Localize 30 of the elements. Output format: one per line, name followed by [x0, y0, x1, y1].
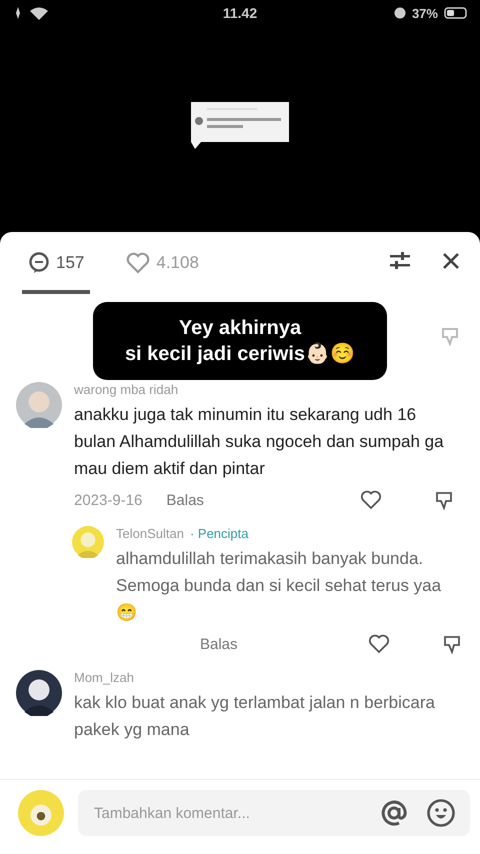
comment-text: kak klo buat anak yg terlambat jalan n berbicara pakek yg mana	[74, 692, 436, 741]
avatar[interactable]	[16, 670, 62, 716]
video-caption: Yey akhirnya si kecil jadi ceriwis👶🏻☺	[93, 302, 387, 380]
comment-icon	[28, 252, 50, 274]
username[interactable]: warong mba ridah	[74, 382, 178, 397]
avatar[interactable]	[18, 790, 64, 836]
header-tab[interactable]: 157	[22, 236, 90, 294]
dislike-icon[interactable]	[434, 490, 454, 510]
filter-icon[interactable]	[388, 251, 412, 271]
reply-link[interactable]: Balas	[166, 492, 204, 508]
header-tab[interactable]: 4.108	[120, 236, 205, 294]
username[interactable]: Mom_lzah	[74, 670, 134, 685]
comment-date: 2023-9-16	[74, 492, 142, 508]
comment-input[interactable]: Tambahkan komentar...	[78, 790, 470, 836]
comment-text: alhamdulillah terimakasih banyak bunda. Semoga bunda dan si kecil sehat terus yaa 😁	[116, 548, 442, 624]
heart-icon[interactable]	[360, 490, 382, 510]
dislike-icon[interactable]	[442, 634, 462, 654]
heart-icon[interactable]	[368, 634, 390, 654]
mention-icon[interactable]	[380, 799, 408, 827]
close-icon[interactable]	[442, 252, 460, 270]
battery-icon	[444, 7, 468, 19]
reply-link[interactable]: Balas	[200, 636, 238, 652]
creator-label: · Pencipta	[190, 526, 248, 541]
status-time: 11.42	[222, 5, 258, 21]
wifi-icon	[30, 6, 48, 20]
username[interactable]: TelonSultan	[116, 526, 184, 541]
comment-text: anakku juga tak minumin itu sekarang udh 16 bulan Alhamdulillah suka ngoceh dan sumpah ga mau diem aktif dan pintar	[74, 404, 445, 480]
emoji-icon[interactable]	[426, 798, 456, 828]
battery-percent: 37%	[412, 6, 438, 20]
heart-icon	[126, 252, 150, 274]
